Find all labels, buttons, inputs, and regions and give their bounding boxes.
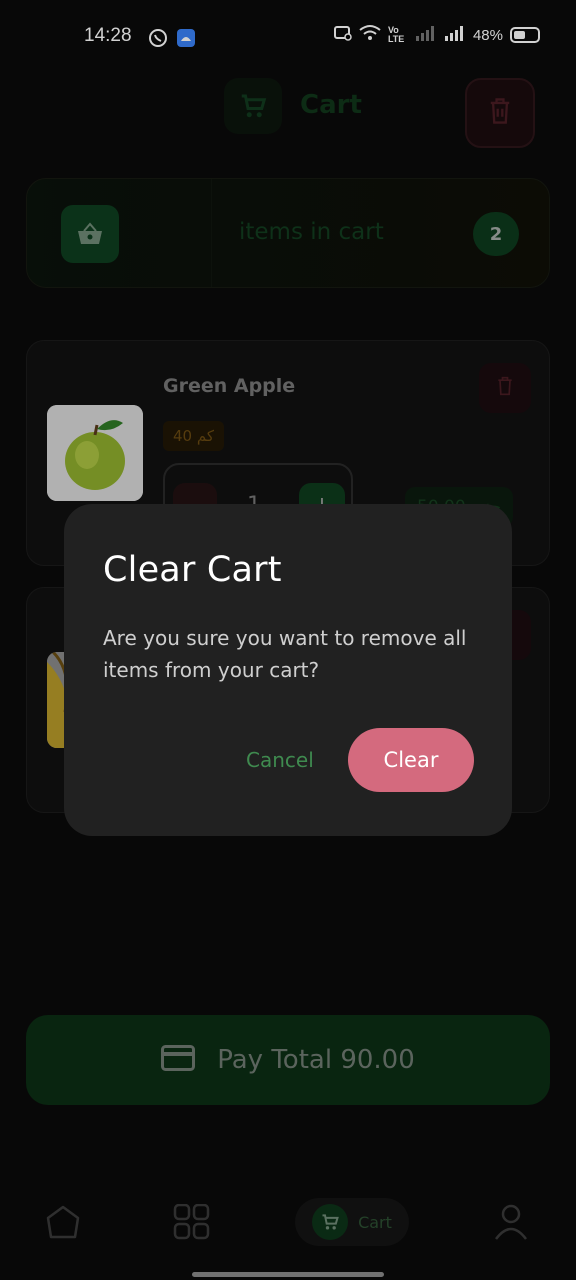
confirm-clear-button[interactable]: Clear	[348, 728, 474, 792]
cancel-button[interactable]: Cancel	[246, 744, 314, 776]
dialog-message: Are you sure you want to remove all item…	[103, 626, 467, 682]
clear-cart-dialog: Clear Cart Are you sure you want to remo…	[64, 504, 512, 836]
dialog-title: Clear Cart	[103, 550, 282, 590]
